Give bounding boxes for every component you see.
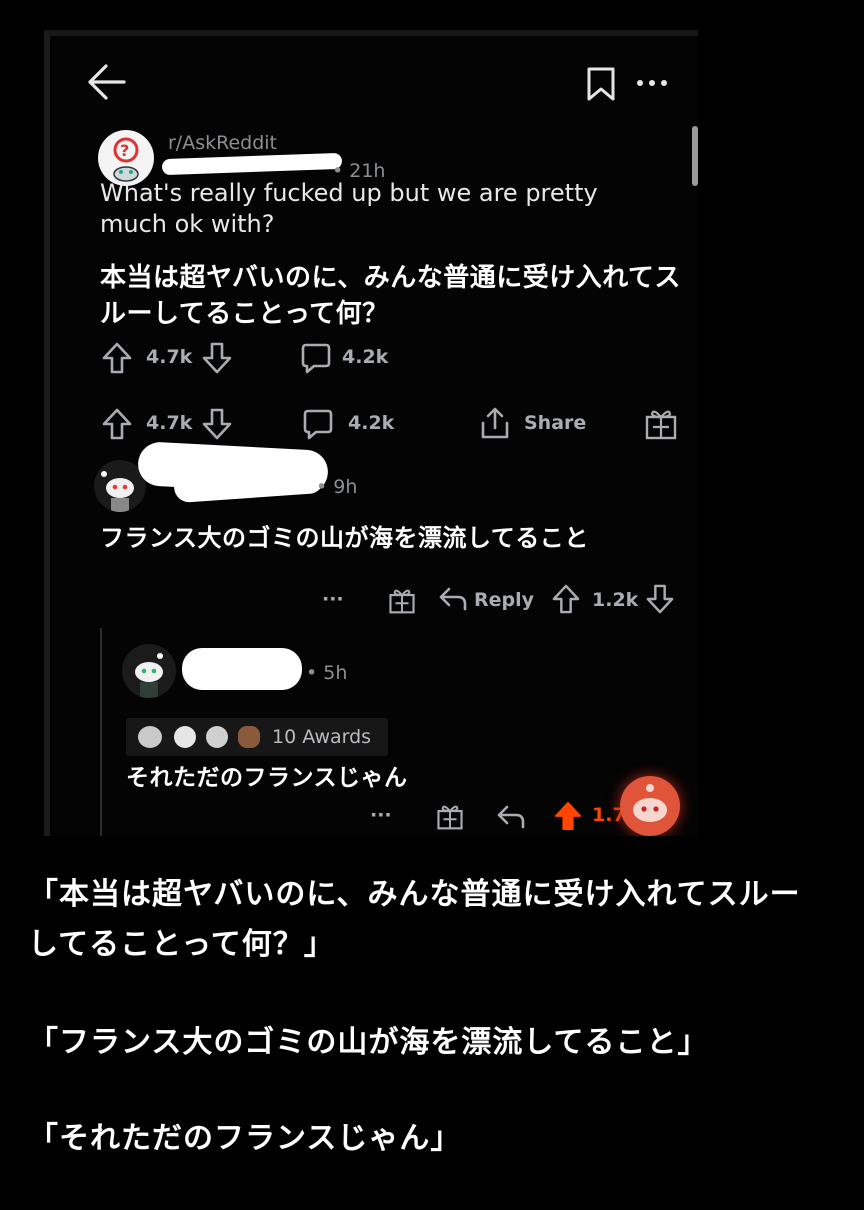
subreddit-name[interactable]: r/AskReddit xyxy=(168,132,277,154)
caption-question-line2: してることって何？」 xyxy=(28,927,335,962)
share-icon[interactable] xyxy=(478,406,512,440)
downvote-icon[interactable] xyxy=(202,342,232,374)
award-icon xyxy=(138,726,162,748)
upvote-icon[interactable] xyxy=(552,584,580,614)
bookmark-icon[interactable] xyxy=(586,66,616,102)
comment-age: • 9h xyxy=(316,476,358,498)
comment-icon[interactable] xyxy=(300,342,332,374)
caption-reply: 「それただのフランスじゃん」 xyxy=(28,1121,462,1156)
upvote-count: 4.7k xyxy=(146,346,193,368)
post-title-translation: 本当は超ヤバいのに、みんな普通に受け入れてスルーしてることって何？ xyxy=(100,263,681,329)
share-button[interactable]: Share xyxy=(524,412,586,434)
downvote-icon[interactable] xyxy=(202,408,232,440)
award-icon[interactable] xyxy=(388,586,416,614)
redacted-username xyxy=(161,152,343,176)
caption-question-line1: 「本当は超ヤバいのに、みんな普通に受け入れてスルー xyxy=(28,877,801,912)
downvote-icon[interactable] xyxy=(646,584,674,614)
thread-line xyxy=(100,628,102,836)
comment-age: • 5h xyxy=(306,662,348,684)
awards-count: 10 Awards xyxy=(272,726,372,748)
comment-text: フランス大のゴミの山が海を漂流してること xyxy=(100,524,589,552)
post-title: What's really fucked up but we are prett… xyxy=(100,179,598,238)
award-icon[interactable] xyxy=(644,406,678,440)
reply-button[interactable]: Reply xyxy=(474,589,534,611)
app-screen: ? r/AskReddit • 21h What's really fucked… xyxy=(44,30,698,836)
award-icon xyxy=(174,726,196,748)
reply-icon[interactable] xyxy=(438,586,468,612)
back-arrow-icon[interactable] xyxy=(86,64,126,100)
commenter-avatar[interactable] xyxy=(122,644,176,698)
caption-answer: 「フランス大のゴミの山が海を漂流してること」 xyxy=(28,1025,709,1060)
redacted-username xyxy=(182,648,302,690)
more-options-icon[interactable] xyxy=(636,78,668,88)
reply-icon[interactable] xyxy=(496,804,526,830)
awards-bar[interactable]: 10 Awards xyxy=(126,718,388,756)
upvote-count: 4.7k xyxy=(146,412,193,434)
upvote-icon[interactable] xyxy=(102,342,132,374)
award-icon[interactable] xyxy=(436,802,464,830)
snoo-upvote-badge xyxy=(620,776,680,836)
scrollbar[interactable] xyxy=(692,126,698,186)
comment-text: それただのフランスじゃん xyxy=(126,765,408,791)
comment-count: 4.2k xyxy=(342,346,389,368)
award-icon xyxy=(206,726,228,748)
comment-count: 4.2k xyxy=(348,412,395,434)
comment-icon[interactable] xyxy=(302,408,334,440)
svg-text:?: ? xyxy=(120,141,129,160)
comment-more-button[interactable]: ··· xyxy=(322,588,344,610)
upvote-active-icon[interactable] xyxy=(554,800,582,832)
comment-more-button[interactable]: ··· xyxy=(370,804,392,826)
upvote-icon[interactable] xyxy=(102,408,132,440)
award-icon xyxy=(238,726,260,748)
comment-score: 1.2k xyxy=(592,589,639,611)
